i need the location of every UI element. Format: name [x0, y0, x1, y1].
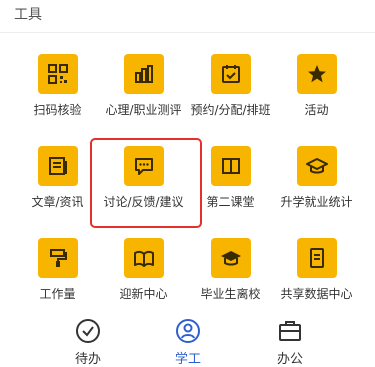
tile-label: 迎新中心: [119, 287, 168, 301]
qr-code-icon: [37, 54, 78, 94]
tile-scan-verify[interactable]: 扫码核验: [11, 54, 104, 118]
user-circle-icon: [175, 318, 201, 344]
highlight-box: [90, 138, 202, 228]
tile-assessment[interactable]: 心理/职业测评: [97, 54, 190, 118]
tab-office[interactable]: 办公: [260, 318, 320, 367]
briefcase-icon: [277, 318, 303, 344]
tile-graduate-leave[interactable]: 毕业生离校: [184, 238, 277, 302]
graduation-hat-icon: [210, 238, 251, 278]
check-circle-icon: [75, 318, 101, 344]
graduation-cap-icon: [296, 146, 337, 186]
divider: [0, 32, 375, 33]
tile-label: 共享数据中心: [280, 287, 353, 301]
bottom-tab-bar: 待办 学工 办公: [0, 312, 375, 367]
section-title: 工具: [14, 7, 42, 23]
tab-label: 办公: [276, 352, 303, 367]
tile-label: 毕业生离校: [200, 287, 261, 301]
tile-label: 活动: [304, 103, 329, 117]
star-icon: [296, 54, 337, 94]
tile-label: 心理/职业测评: [105, 103, 182, 117]
tile-label: 扫码核验: [33, 103, 82, 117]
tab-label: 待办: [74, 352, 101, 367]
book-reader-icon: [123, 238, 164, 278]
tile-workload[interactable]: 工作量: [11, 238, 104, 302]
calendar-check-icon: [210, 54, 251, 94]
document-list-icon: [296, 238, 337, 278]
article-icon: [37, 146, 78, 186]
tile-welcome-center[interactable]: 迎新中心: [97, 238, 190, 302]
tile-activity[interactable]: 活动: [270, 54, 363, 118]
tab-todo[interactable]: 待办: [58, 318, 118, 367]
open-book-icon: [210, 146, 251, 186]
paint-roller-icon: [37, 238, 78, 278]
tab-student-affairs[interactable]: 学工: [158, 318, 218, 367]
tile-employment-stats[interactable]: 升学就业统计: [270, 146, 363, 210]
tab-label: 学工: [174, 352, 201, 367]
tile-shared-data[interactable]: 共享数据中心: [270, 238, 363, 302]
tile-label: 工作量: [39, 287, 76, 301]
bar-chart-icon: [123, 54, 164, 94]
tile-label: 预约/分配/排班: [190, 103, 271, 117]
tile-label: 升学就业统计: [280, 195, 353, 209]
tile-schedule[interactable]: 预约/分配/排班: [184, 54, 277, 118]
